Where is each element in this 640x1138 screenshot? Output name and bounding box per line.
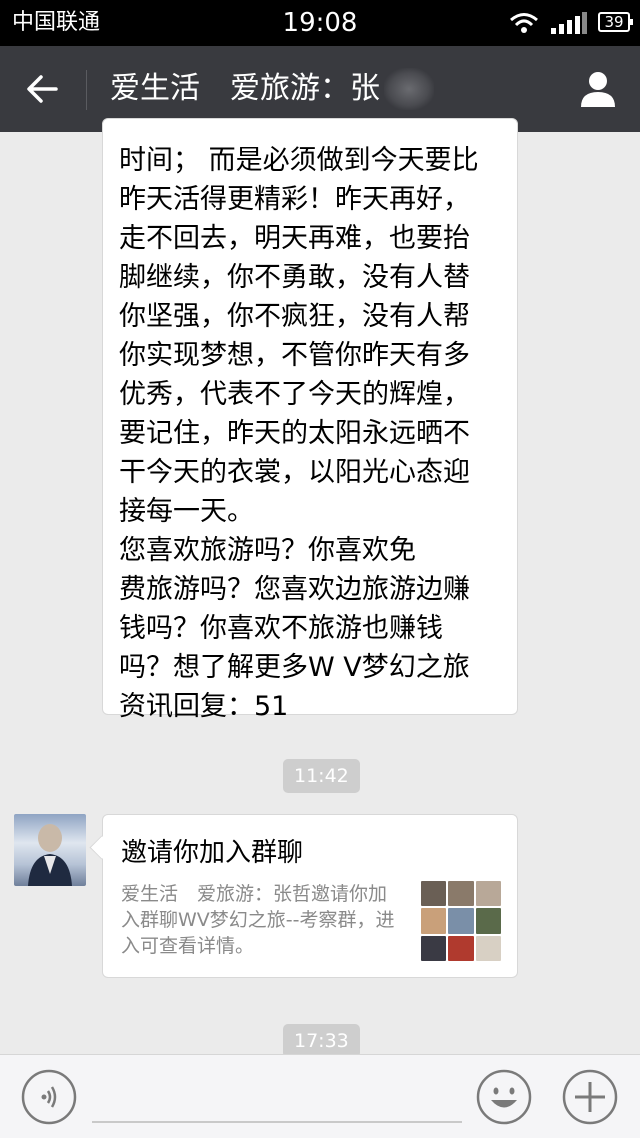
avatar[interactable]	[14, 814, 86, 886]
arrow-left-icon[interactable]	[24, 71, 60, 107]
message-bubble[interactable]: 时间； 而是必须做到今天要比 昨天活得更精彩！昨天再好， 走不回去，明天再难，也…	[102, 118, 518, 722]
invite-card-description: 爱生活 爱旅游：张哲邀请你加入群聊WV梦幻之旅--考察群，进入可查看详情。	[121, 883, 395, 957]
person-photo-icon	[28, 824, 72, 886]
voice-icon[interactable]	[21, 1069, 77, 1125]
chat-title: 爱生活 爱旅游：张	[110, 71, 380, 106]
header-divider	[86, 70, 87, 110]
status-bar: 中国联通 19:08 39	[0, 0, 640, 46]
signal-icon	[551, 12, 587, 34]
invite-card-title: 邀请你加入群聊	[121, 838, 304, 868]
blurred-name	[384, 68, 434, 110]
plus-icon[interactable]	[562, 1069, 618, 1125]
message-input[interactable]	[92, 1121, 462, 1123]
group-invite-card[interactable]: 邀请你加入群聊 爱生活 爱旅游：张哲邀请你加入群聊WV梦幻之旅--考察群，进入可…	[102, 814, 518, 978]
person-icon[interactable]	[579, 70, 617, 108]
input-bar	[0, 1054, 640, 1138]
message-text: 时间； 而是必须做到今天要比 昨天活得更精彩！昨天再好， 走不回去，明天再难，也…	[119, 145, 479, 722]
battery-icon: 39	[598, 12, 633, 32]
timestamp-label: 11:42	[283, 759, 360, 793]
status-time: 19:08	[282, 8, 358, 38]
group-avatars-thumbnail	[421, 881, 501, 961]
timestamp-label: 17:33	[283, 1024, 360, 1058]
emoji-icon[interactable]	[476, 1069, 532, 1125]
wifi-icon	[510, 13, 538, 33]
